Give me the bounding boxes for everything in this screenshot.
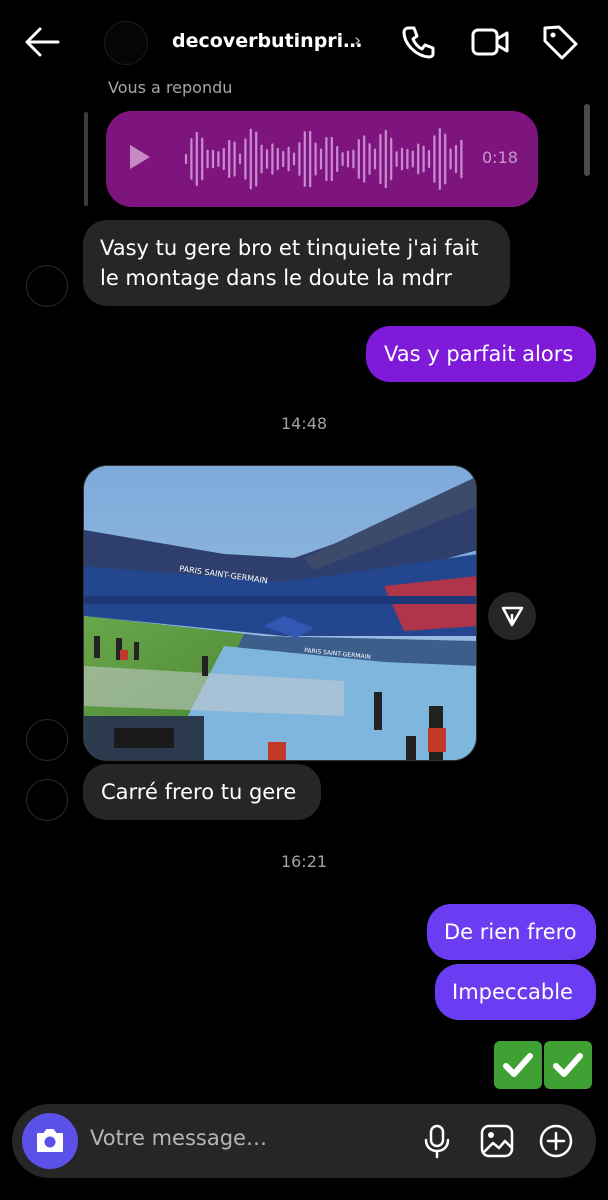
message-text: Vasy tu gere bro et tinquiete j'ai fait [100,236,479,260]
reply-label: Vous a repondu [108,78,233,97]
chat-header: decoverbutinpri… › [0,0,608,86]
message-text: Impeccable [452,980,573,1004]
voice-duration: 0:18 [482,148,518,167]
message-text: De rien frero [444,920,577,944]
sender-avatar[interactable] [26,719,68,761]
avatar[interactable] [104,21,148,65]
microphone-icon[interactable] [418,1122,456,1160]
message-text: le montage dans le doute la mdrr [100,266,453,290]
waveform [184,128,463,190]
image-icon[interactable] [478,1122,516,1160]
message-bubble-incoming[interactable]: Carré frero tu gere [83,764,321,820]
camera-button[interactable] [22,1113,78,1169]
message-bubble-outgoing[interactable]: Impeccable [435,964,596,1020]
timestamp: 16:21 [280,852,328,871]
message-bubble-outgoing[interactable]: De rien frero [427,904,596,960]
camera-icon [37,1129,63,1152]
voice-message[interactable]: 0:18 [106,111,538,207]
share-button[interactable] [488,592,536,640]
message-bubble-outgoing[interactable]: Vas y parfait alors [366,326,596,382]
check-mark-emoji [544,1041,592,1089]
play-icon[interactable] [130,145,150,169]
sender-avatar[interactable] [26,779,68,821]
contact-username[interactable]: decoverbutinpri… [172,30,362,52]
tag-icon[interactable] [540,22,580,62]
message-bubble-incoming[interactable]: Vasy tu gere bro et tinquiete j'ai fait … [83,220,510,306]
video-camera-icon[interactable] [470,22,510,62]
check-mark-emoji [494,1041,542,1089]
photo-message[interactable]: PARIS SAINT-GERMAIN PARIS SAINT-GERMAIN [83,465,477,761]
emoji-message[interactable] [494,1041,592,1089]
chevron-right-icon[interactable]: › [354,30,361,51]
timestamp: 14:48 [280,414,328,433]
back-arrow-icon[interactable] [22,24,62,60]
message-text: Carré frero tu gere [101,780,297,804]
stadium-photo: PARIS SAINT-GERMAIN PARIS SAINT-GERMAIN [84,466,476,760]
reply-indicator-bar [84,112,88,206]
phone-icon[interactable] [398,22,438,62]
sender-avatar[interactable] [26,265,68,307]
message-input[interactable]: Votre message… [90,1126,267,1150]
message-text: Vas y parfait alors [384,342,574,366]
scrollbar[interactable] [584,104,590,176]
share-icon [501,606,524,627]
message-composer: Votre message… [12,1104,596,1178]
plus-circle-icon[interactable] [537,1122,575,1160]
